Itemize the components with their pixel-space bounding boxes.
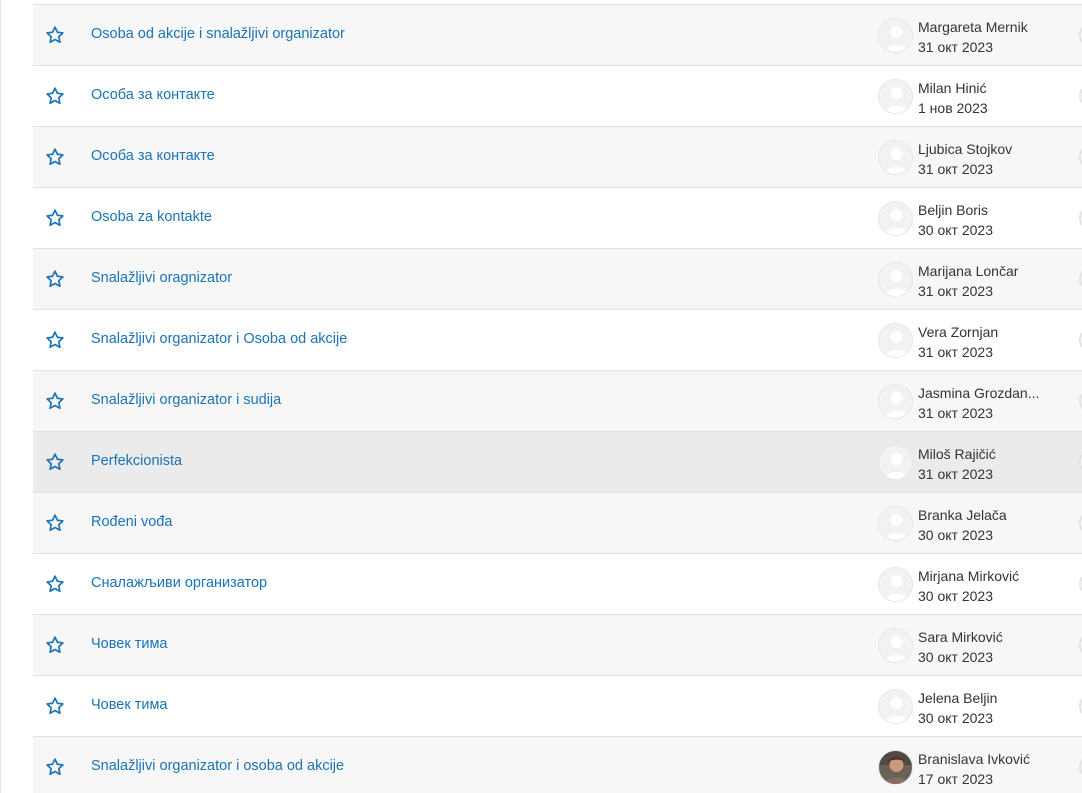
post-date: 17 окт 2023 [918,771,993,787]
user-avatar-icon[interactable] [878,750,913,785]
user-avatar-icon[interactable] [878,323,913,358]
post-date: 31 окт 2023 [918,161,993,177]
star-icon[interactable] [45,147,65,167]
discussion-row: Snalažljivi organizator i Osoba od akcij… [33,310,1082,371]
star-icon[interactable] [45,696,65,716]
discussion-row: Snalažljivi oragnizator Marijana Lončar … [33,249,1082,310]
discussion-title-link[interactable]: Rođeni vođa [91,514,172,530]
post-date: 1 нов 2023 [918,100,988,116]
user-avatar-icon[interactable] [878,140,913,175]
post-date: 31 окт 2023 [918,466,993,482]
author-name: Ljubica Stojkov [918,141,1013,157]
star-icon[interactable] [45,452,65,472]
discussion-title-link[interactable]: Perfekcionista [91,453,182,469]
discussion-title-link[interactable]: Сналажљиви организатор [91,575,267,591]
user-avatar-icon[interactable] [878,628,913,663]
star-icon[interactable] [45,635,65,655]
discussion-title-link[interactable]: Osoba za kontakte [91,209,212,225]
star-icon[interactable] [45,391,65,411]
discussion-row: Perfekcionista Miloš Rajičić 31 окт 2023 [33,432,1082,493]
discussion-row: Snalažljivi organizator i osoba od akcij… [33,737,1082,793]
user-avatar-icon[interactable] [878,18,913,53]
author-name: Jelena Beljin [918,690,998,706]
author-name: Miloš Rajičić [918,446,996,462]
discussion-row: Snalažljivi organizator i sudija Jasmina… [33,371,1082,432]
post-date: 30 окт 2023 [918,527,993,543]
author-name: Beljin Boris [918,202,989,218]
post-date: 31 окт 2023 [918,283,993,299]
star-icon[interactable] [45,513,65,533]
discussion-row: Osoba za kontakte Beljin Boris 30 окт 20… [33,188,1082,249]
post-date: 30 окт 2023 [918,649,993,665]
user-avatar-icon[interactable] [878,506,913,541]
post-date: 30 окт 2023 [918,222,993,238]
author-name: Branka Jelača [918,507,1007,523]
author-name: Margareta Mernik [918,19,1028,35]
star-icon[interactable] [45,330,65,350]
author-name: Milan Hinić [918,80,987,96]
discussion-row: Особа за контакте Milan Hinić 1 нов 2023 [33,66,1082,127]
star-icon[interactable] [45,574,65,594]
discussion-title-link[interactable]: Особа за контакте [91,148,215,164]
discussion-list: Osoba od akcije i snalažljivi organizato… [33,4,1082,793]
author-name: Jasmina Grozdan... [918,385,1040,401]
author-name: Sara Mirković [918,629,1003,645]
discussion-title-link[interactable]: Osoba od akcije i snalažljivi organizato… [91,26,345,42]
star-icon[interactable] [45,208,65,228]
author-name: Vera Zornjan [918,324,999,340]
discussion-title-link[interactable]: Човек тима [91,636,167,652]
star-icon[interactable] [45,757,65,777]
discussion-row: Човек тима Sara Mirković 30 окт 2023 [33,615,1082,676]
discussion-title-link[interactable]: Особа за контакте [91,87,215,103]
post-date: 31 окт 2023 [918,344,993,360]
user-avatar-icon[interactable] [878,689,913,724]
content-left-border [0,0,1,793]
discussion-row: Сналажљиви организатор Mirjana Mirković … [33,554,1082,615]
discussion-title-link[interactable]: Snalažljivi oragnizator [91,270,232,286]
discussion-title-link[interactable]: Snalažljivi organizator i osoba od akcij… [91,758,344,774]
discussion-row: Особа за контакте Ljubica Stojkov 31 окт… [33,127,1082,188]
user-avatar-icon[interactable] [878,79,913,114]
discussion-title-link[interactable]: Човек тима [91,697,167,713]
post-date: 30 окт 2023 [918,710,993,726]
post-date: 31 окт 2023 [918,405,993,421]
user-avatar-icon[interactable] [878,384,913,419]
user-avatar-icon[interactable] [878,262,913,297]
discussion-title-link[interactable]: Snalažljivi organizator i sudija [91,392,281,408]
star-icon[interactable] [45,269,65,289]
author-name: Branislava Ivković [918,751,1031,767]
user-avatar-icon[interactable] [878,201,913,236]
discussion-row: Rođeni vođa Branka Jelača 30 окт 2023 [33,493,1082,554]
post-date: 31 окт 2023 [918,39,993,55]
author-name: Mirjana Mirković [918,568,1020,584]
forum-discussion-list-page: Osoba od akcije i snalažljivi organizato… [0,0,1082,793]
user-avatar-icon[interactable] [878,567,913,602]
user-avatar-icon[interactable] [878,445,913,480]
discussion-row: Човек тима Jelena Beljin 30 окт 2023 [33,676,1082,737]
post-date: 30 окт 2023 [918,588,993,604]
star-icon[interactable] [45,25,65,45]
discussion-title-link[interactable]: Snalažljivi organizator i Osoba od akcij… [91,331,347,347]
discussion-row: Osoba od akcije i snalažljivi organizato… [33,5,1082,66]
author-name: Marijana Lončar [918,263,1019,279]
star-icon[interactable] [45,86,65,106]
